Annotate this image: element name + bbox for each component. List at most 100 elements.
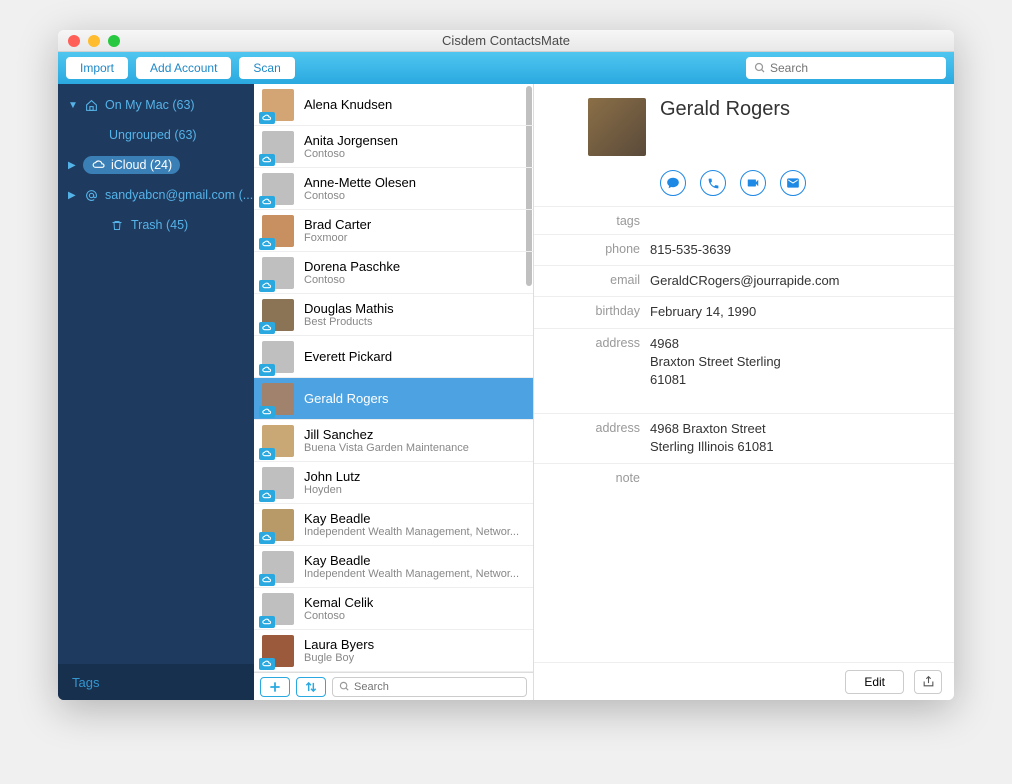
contact-item[interactable]: Alena Knudsen	[254, 84, 533, 126]
contact-company: Contoso	[304, 190, 416, 202]
contact-company: Best Products	[304, 316, 394, 328]
contact-item[interactable]: Gerald Rogers	[254, 378, 533, 420]
sidebar: ▼On My Mac (63)Ungrouped (63)▶iCloud (24…	[58, 84, 254, 700]
cloud-badge-icon	[259, 196, 275, 208]
search-top-input[interactable]	[770, 61, 938, 75]
cloud-badge-icon	[259, 658, 275, 670]
contact-company: Foxmoor	[304, 232, 371, 244]
detail-avatar	[588, 98, 646, 156]
contact-avatar	[262, 467, 294, 499]
detail-name: Gerald Rogers	[660, 98, 790, 156]
contact-item[interactable]: Anne-Mette Olesen Contoso	[254, 168, 533, 210]
contact-avatar	[262, 215, 294, 247]
cloud-badge-icon	[259, 490, 275, 502]
sidebar-item-3[interactable]: ▶sandyabcn@gmail.com (...	[58, 180, 254, 210]
sidebar-item-4[interactable]: Trash (45)	[58, 210, 254, 240]
field-value[interactable]: 815-535-3639	[650, 241, 940, 259]
call-button[interactable]	[700, 170, 726, 196]
contact-text: Kay Beadle Independent Wealth Management…	[304, 511, 519, 538]
contact-avatar	[262, 509, 294, 541]
contact-avatar	[262, 341, 294, 373]
titlebar: Cisdem ContactsMate	[58, 30, 954, 52]
contact-item[interactable]: Kay Beadle Independent Wealth Management…	[254, 546, 533, 588]
edit-button[interactable]: Edit	[845, 670, 904, 694]
contact-actions	[534, 170, 954, 206]
disclosure-icon: ▶	[68, 190, 77, 201]
contact-text: Dorena Paschke Contoso	[304, 259, 400, 286]
sidebar-item-2[interactable]: ▶iCloud (24)	[58, 150, 254, 180]
field-label: note	[534, 470, 650, 485]
field-value[interactable]: GeraldCRogers@jourrapide.com	[650, 272, 940, 290]
contact-item[interactable]: Everett Pickard	[254, 336, 533, 378]
contact-name: Douglas Mathis	[304, 301, 394, 316]
sidebar-item-1[interactable]: Ungrouped (63)	[58, 120, 254, 150]
sidebar-tags-section[interactable]: Tags	[58, 664, 254, 700]
field-value[interactable]: 4968Braxton Street Sterling61081	[650, 335, 940, 408]
sort-button[interactable]	[296, 677, 326, 697]
list-search-input[interactable]	[354, 681, 520, 693]
cloud-badge-icon	[259, 280, 275, 292]
email-button[interactable]	[780, 170, 806, 196]
detail-fields: tags phone 815-535-3639email GeraldCRoge…	[534, 206, 954, 491]
contact-name: Laura Byers	[304, 637, 374, 652]
detail-row-phone: phone 815-535-3639	[534, 234, 954, 265]
contact-company: Bugle Boy	[304, 652, 374, 664]
contact-item[interactable]: Anita Jorgensen Contoso	[254, 126, 533, 168]
field-value	[650, 470, 940, 485]
body: ▼On My Mac (63)Ungrouped (63)▶iCloud (24…	[58, 84, 954, 700]
sidebar-item-0[interactable]: ▼On My Mac (63)	[58, 90, 254, 120]
home-icon	[83, 99, 99, 112]
field-value[interactable]: 4968 Braxton StreetSterling Illinois 610…	[650, 420, 940, 456]
message-button[interactable]	[660, 170, 686, 196]
sidebar-tags-label: Tags	[72, 675, 99, 690]
field-label: birthday	[534, 303, 650, 321]
contact-item[interactable]: Laura Byers Bugle Boy	[254, 630, 533, 672]
add-account-button[interactable]: Add Account	[136, 57, 231, 79]
app-window: Cisdem ContactsMate Import Add Account S…	[58, 30, 954, 700]
contact-item[interactable]: John Lutz Hoyden	[254, 462, 533, 504]
contact-item[interactable]: Kay Beadle Independent Wealth Management…	[254, 504, 533, 546]
video-button[interactable]	[740, 170, 766, 196]
cloud-badge-icon	[259, 154, 275, 166]
search-top-container[interactable]	[746, 57, 946, 79]
toolbar: Import Add Account Scan	[58, 52, 954, 84]
contact-name: Everett Pickard	[304, 349, 392, 364]
field-label: phone	[534, 241, 650, 259]
detail-row-birthday: birthday February 14, 1990	[534, 296, 954, 327]
contact-item[interactable]: Douglas Mathis Best Products	[254, 294, 533, 336]
contact-text: Brad Carter Foxmoor	[304, 217, 371, 244]
contact-avatar	[262, 425, 294, 457]
scan-button[interactable]: Scan	[239, 57, 294, 79]
at-icon	[83, 189, 99, 202]
detail-footer: Edit	[534, 662, 954, 700]
list-search-container[interactable]	[332, 677, 527, 697]
contact-text: Kay Beadle Independent Wealth Management…	[304, 553, 519, 580]
contact-avatar	[262, 131, 294, 163]
contact-company: Independent Wealth Management, Networ...	[304, 526, 519, 538]
contact-item[interactable]: Brad Carter Foxmoor	[254, 210, 533, 252]
field-label: tags	[534, 213, 650, 228]
contact-avatar	[262, 635, 294, 667]
contact-company: Contoso	[304, 148, 398, 160]
contact-name: Jill Sanchez	[304, 427, 469, 442]
sidebar-pill: iCloud (24)	[83, 156, 180, 174]
field-value[interactable]: February 14, 1990	[650, 303, 940, 321]
detail-row-note: note	[534, 463, 954, 491]
contact-avatar	[262, 593, 294, 625]
add-contact-button[interactable]	[260, 677, 290, 697]
contact-text: Kemal Celik Contoso	[304, 595, 373, 622]
contact-text: Douglas Mathis Best Products	[304, 301, 394, 328]
contact-item[interactable]: Dorena Paschke Contoso	[254, 252, 533, 294]
contact-name: Anne-Mette Olesen	[304, 175, 416, 190]
contact-list[interactable]: Alena Knudsen Anita Jorgensen Contoso An…	[254, 84, 533, 672]
contact-item[interactable]: Kemal Celik Contoso	[254, 588, 533, 630]
field-label: address	[534, 335, 650, 408]
import-button[interactable]: Import	[66, 57, 128, 79]
contact-avatar	[262, 257, 294, 289]
share-button[interactable]	[914, 670, 942, 694]
sidebar-item-label: Trash (45)	[131, 218, 188, 232]
contact-text: Anita Jorgensen Contoso	[304, 133, 398, 160]
detail-pane: Gerald Rogers tags phone 815-535-3639ema…	[534, 84, 954, 700]
search-icon	[754, 62, 766, 74]
contact-item[interactable]: Jill Sanchez Buena Vista Garden Maintena…	[254, 420, 533, 462]
